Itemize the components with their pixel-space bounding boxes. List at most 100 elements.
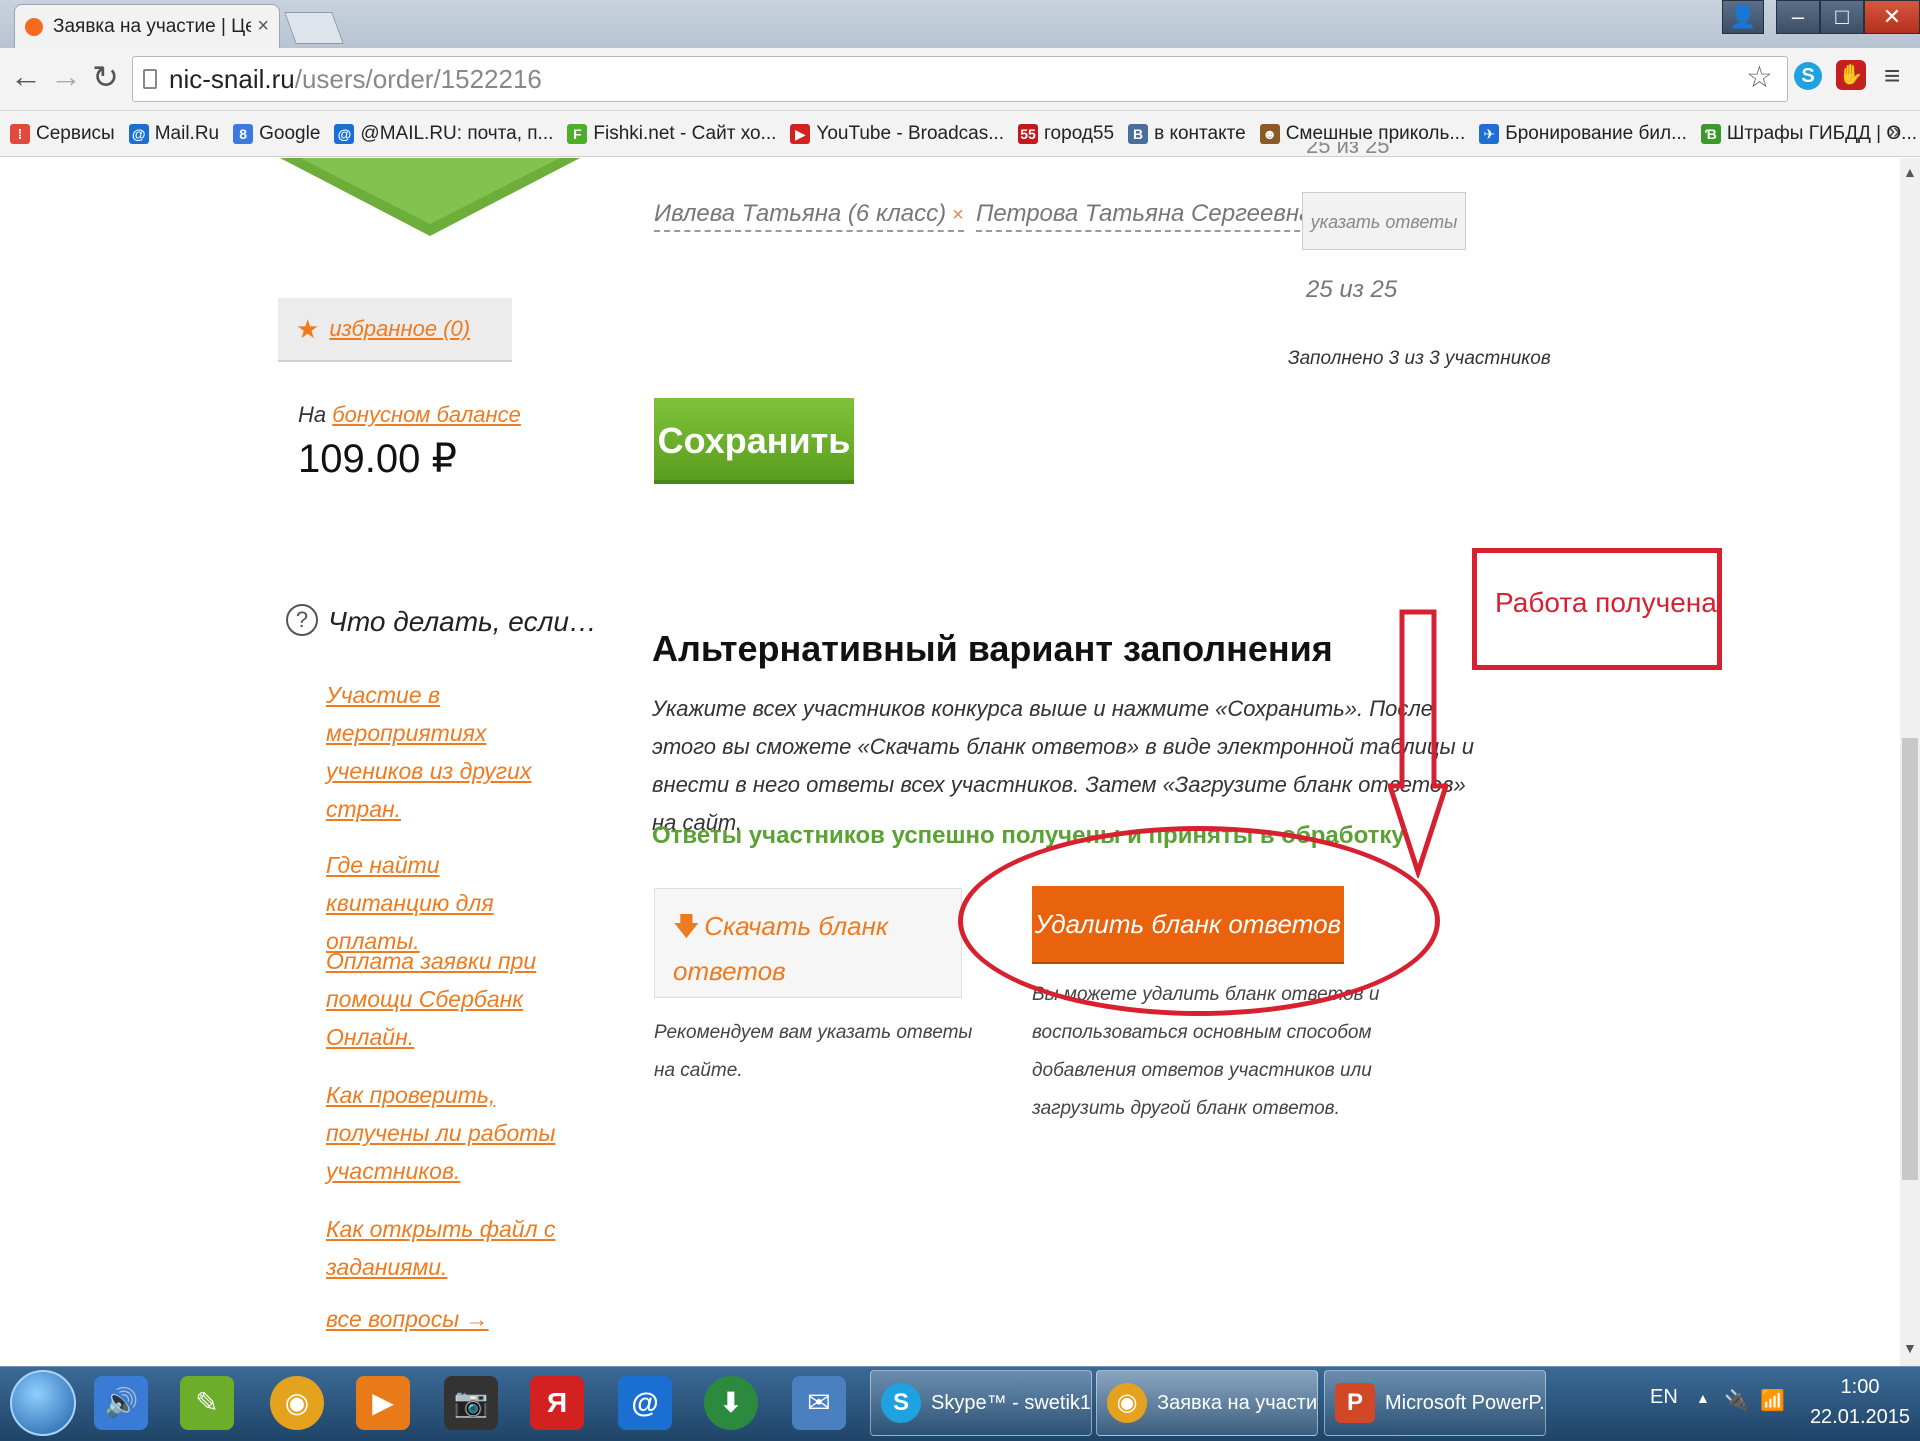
favorites-link[interactable]: избранное (0) (329, 316, 470, 342)
chrome-icon[interactable]: ◉ (270, 1376, 324, 1430)
participant-chip[interactable]: Ивлева Татьяна (6 класс) × (654, 200, 964, 232)
yandex-icon[interactable]: Я (530, 1376, 584, 1430)
back-arrow-icon[interactable]: ← (10, 58, 42, 95)
speaker-icon[interactable]: 🔊 (94, 1376, 148, 1430)
clock-date[interactable]: 22.01.2015 (1800, 1406, 1920, 1429)
filled-status: Заполнено 3 из 3 участников (1288, 348, 1551, 369)
download-answers-button[interactable]: 🡇 Скачать бланк ответов (654, 888, 962, 998)
cut-off-count: 25 из 25 (1306, 142, 1390, 158)
gibdd-icon: Ɓ (1700, 123, 1721, 144)
browser-menu-icon[interactable]: ≡ (1884, 60, 1900, 92)
signal-icon[interactable]: 📶 (1760, 1388, 1785, 1413)
tray-expand-icon[interactable]: ▲ (1696, 1390, 1710, 1406)
funny-icon: ☻ (1259, 123, 1280, 144)
bookmark-label: Google (259, 122, 321, 144)
help-link[interactable]: Как проверить, получены ли работы участн… (326, 1076, 556, 1190)
google-icon: 8 (233, 123, 254, 144)
instructions-text: Укажите всех участников конкурса выше и … (652, 696, 1474, 835)
tab-close-icon[interactable]: × (257, 15, 269, 38)
clock-time[interactable]: 1:00 (1820, 1376, 1900, 1399)
participant-name: Ивлева Татьяна (6 класс) (654, 200, 947, 227)
bookmark-label: город55 (1044, 122, 1115, 144)
mailru-icon: @ (128, 123, 149, 144)
participant-name: Петрова Татьяна Сергеевна (976, 200, 1313, 227)
annotation-label: Работа получена (1495, 587, 1717, 618)
close-window-button[interactable]: ✕ (1864, 0, 1920, 34)
remove-participant-icon[interactable]: × (952, 204, 964, 226)
reload-icon[interactable]: ↻ (92, 58, 119, 96)
powerpoint-icon: P (1335, 1383, 1375, 1423)
green-chevron-inner (300, 158, 560, 224)
section-heading: Альтернативный вариант заполнения (652, 628, 1333, 669)
participant-chip[interactable]: Петрова Татьяна Сергеевна× (976, 200, 1331, 232)
help-link[interactable]: Оплата заявки при помощи Сбербанк Онлайн… (326, 942, 556, 1056)
bookmark-label: YouTube - Broadcas... (816, 122, 1005, 144)
language-indicator[interactable]: EN (1650, 1386, 1678, 1409)
bookmark-label: Fishki.net - Сайт хо... (593, 122, 777, 144)
bookmarks-more-icon[interactable]: » (1888, 118, 1900, 144)
bookmark-item[interactable]: ▶ YouTube - Broadcas... (790, 123, 1004, 145)
star-icon: ★ (296, 313, 320, 344)
address-bar[interactable]: nic-snail.ru/users/order/1522216 (132, 56, 1788, 102)
taskbar-item-skype[interactable]: S Skype™ - swetik1... (870, 1370, 1092, 1436)
adblock-extension-icon[interactable]: ✋ (1836, 60, 1866, 90)
maximize-button[interactable]: □ (1820, 0, 1864, 34)
favorites-box[interactable]: ★ избранное (0) (278, 298, 512, 362)
help-link[interactable]: Как открыть файл с заданиями. (326, 1210, 556, 1286)
scroll-up-icon[interactable]: ▲ (1903, 164, 1917, 180)
taskbar-item-chrome[interactable]: ◉ Заявка на участи... (1096, 1370, 1318, 1436)
camera-icon[interactable]: 📷 (444, 1376, 498, 1430)
all-questions-link[interactable]: все вопросы → (326, 1306, 489, 1333)
bookmark-item[interactable]: ✈ Бронирование бил... (1479, 123, 1687, 145)
tab-title: Заявка на участие | Цент (53, 15, 252, 37)
browser-tab[interactable]: Заявка на участие | Цент × (14, 4, 280, 48)
bookmark-star-icon[interactable]: ☆ (1746, 60, 1773, 95)
vk-icon: B (1128, 123, 1149, 144)
download-arrow-icon: 🡇 (673, 911, 700, 941)
question-icon: ? (286, 604, 318, 636)
bookmark-item[interactable]: @ @MAIL.RU: почта, п... (334, 123, 553, 145)
forward-arrow-icon[interactable]: → (50, 58, 82, 95)
url-path: /users/order/1522216 (294, 63, 542, 94)
skype-extension-icon[interactable]: S (1794, 62, 1822, 90)
site-favicon-icon (25, 17, 43, 36)
mailru-icon: @ (334, 123, 355, 144)
bookmark-item[interactable]: Ɓ Штрафы ГИБДД | О... (1700, 123, 1917, 145)
scrollbar-thumb[interactable] (1902, 738, 1918, 1180)
bookmark-label: Mail.Ru (154, 122, 220, 144)
mail-icon[interactable]: ✉ (792, 1376, 846, 1430)
media-player-icon[interactable]: ▶ (356, 1376, 410, 1430)
download-label: Скачать бланк ответов (673, 911, 889, 986)
specify-answers-button[interactable]: указать ответы (1302, 192, 1466, 250)
help-title: Что делать, если… (328, 606, 597, 637)
bookmark-item[interactable]: Bв контакте (1128, 123, 1246, 145)
bookmark-item[interactable]: 55 город55 (1018, 123, 1114, 145)
bookmark-item[interactable]: F Fishki.net - Сайт хо... (567, 123, 776, 145)
bookmark-item[interactable]: ⁞ Сервисы (10, 123, 115, 145)
fishki-icon: F (567, 123, 588, 144)
start-button[interactable] (10, 1370, 76, 1436)
taskbar-item-powerpoint[interactable]: P Microsoft PowerP... (1324, 1370, 1546, 1436)
url-host: nic-snail.ru (169, 63, 295, 94)
save-button[interactable]: Сохранить (654, 398, 854, 484)
coreldraw-icon[interactable]: ✎ (180, 1376, 234, 1430)
mailru-agent-icon[interactable]: @ (618, 1376, 672, 1430)
annotation-label-box: Работа получена (1472, 548, 1722, 670)
task-label: Skype™ - swetik1... (931, 1391, 1092, 1414)
network-icon[interactable]: 🔌 (1724, 1388, 1749, 1413)
chrome-icon: ◉ (1107, 1383, 1147, 1423)
bookmark-label: @MAIL.RU: почта, п... (360, 122, 554, 144)
minimize-button[interactable]: – (1776, 0, 1820, 34)
youtube-icon: ▶ (790, 123, 811, 144)
booking-icon: ✈ (1479, 123, 1500, 144)
scroll-down-icon[interactable]: ▼ (1903, 1340, 1917, 1356)
bookmark-item[interactable]: @ Mail.Ru (128, 122, 220, 145)
bonus-balance-link[interactable]: бонусном балансе (332, 402, 521, 427)
bookmark-label: в контакте (1154, 122, 1246, 144)
user-profile-icon[interactable]: 👤 (1722, 0, 1764, 34)
download-manager-icon[interactable]: ⬇ (704, 1376, 758, 1430)
bookmark-item[interactable]: 8 Google (233, 123, 320, 145)
help-link[interactable]: Участие в мероприятиях учеников из други… (326, 676, 556, 828)
bonus-balance-label: На бонусном балансе (298, 402, 521, 428)
skype-icon: S (881, 1383, 921, 1423)
